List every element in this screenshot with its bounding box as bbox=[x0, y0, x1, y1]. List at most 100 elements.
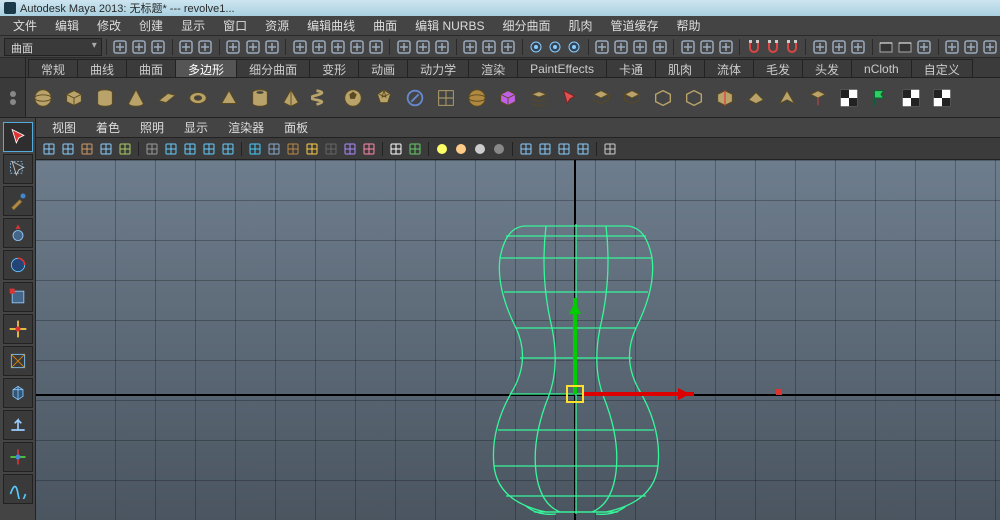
menu-创建[interactable]: 创建 bbox=[130, 15, 172, 36]
shelf-tab-动力学[interactable]: 动力学 bbox=[407, 59, 469, 77]
viewport-persp[interactable] bbox=[36, 160, 1000, 520]
expand-icon[interactable] bbox=[944, 38, 961, 56]
light-default-icon[interactable] bbox=[452, 140, 470, 158]
manip-tool[interactable] bbox=[3, 314, 33, 344]
panel-menu-渲染器[interactable]: 渲染器 bbox=[218, 117, 274, 138]
shelf-poly-cone[interactable] bbox=[121, 83, 151, 113]
panel-menu-着色[interactable]: 着色 bbox=[86, 117, 130, 138]
shelf-tab-卡通[interactable]: 卡通 bbox=[606, 59, 656, 77]
safe-action-icon[interactable] bbox=[200, 140, 218, 158]
view-four[interactable] bbox=[3, 442, 33, 472]
shelf-poly-op-3[interactable] bbox=[648, 83, 678, 113]
view-curve[interactable] bbox=[3, 474, 33, 504]
wireframe-icon[interactable] bbox=[246, 140, 264, 158]
lasso-tool[interactable] bbox=[3, 154, 33, 184]
hq-icon[interactable] bbox=[536, 140, 554, 158]
lasso-icon[interactable] bbox=[244, 38, 261, 56]
render-settings-icon[interactable] bbox=[566, 38, 583, 56]
shelf-options[interactable] bbox=[0, 78, 26, 117]
menu-编辑曲线[interactable]: 编辑曲线 bbox=[298, 15, 364, 36]
shelf-tab-变形[interactable]: 变形 bbox=[309, 59, 359, 77]
minimize-icon[interactable] bbox=[963, 38, 980, 56]
snap-point-icon[interactable] bbox=[329, 38, 346, 56]
panel-menu-视图[interactable]: 视图 bbox=[42, 117, 86, 138]
image-plane-icon[interactable] bbox=[78, 140, 96, 158]
light-flat-icon[interactable] bbox=[471, 140, 489, 158]
shelf-poly-op-4[interactable] bbox=[679, 83, 709, 113]
outliner-icon[interactable] bbox=[830, 38, 847, 56]
shaded-icon[interactable] bbox=[265, 140, 283, 158]
shelf-poly-op-7[interactable] bbox=[772, 83, 802, 113]
grease-icon[interactable] bbox=[116, 140, 134, 158]
shelf-tab-scroll[interactable] bbox=[0, 58, 26, 77]
menu-帮助[interactable]: 帮助 bbox=[668, 15, 710, 36]
history-toggle-icon[interactable] bbox=[395, 38, 412, 56]
redo-icon[interactable] bbox=[197, 38, 214, 56]
magnet-x-icon[interactable] bbox=[745, 38, 762, 56]
paint-select-icon[interactable] bbox=[263, 38, 280, 56]
clapboard-icon[interactable] bbox=[897, 38, 914, 56]
shelf-tab-流体[interactable]: 流体 bbox=[704, 59, 754, 77]
paint-tool[interactable] bbox=[3, 186, 33, 216]
grid-icon[interactable] bbox=[143, 140, 161, 158]
graph-editor-icon[interactable] bbox=[849, 38, 866, 56]
input-ops-icon[interactable] bbox=[461, 38, 478, 56]
playblast-icon[interactable] bbox=[916, 38, 933, 56]
share-icon[interactable] bbox=[601, 140, 619, 158]
shelf-sculpt-tool[interactable] bbox=[400, 83, 430, 113]
shelf-poly-extrude[interactable] bbox=[524, 83, 554, 113]
menu-肌肉[interactable]: 肌肉 bbox=[560, 15, 602, 36]
undo-icon[interactable] bbox=[178, 38, 195, 56]
shelf-poly-cube[interactable] bbox=[59, 83, 89, 113]
layout-1-icon[interactable] bbox=[594, 38, 611, 56]
shelf-poly-torus[interactable] bbox=[183, 83, 213, 113]
shelf-tab-肌肉[interactable]: 肌肉 bbox=[655, 59, 705, 77]
shelf-poly-highlighted[interactable] bbox=[493, 83, 523, 113]
menu-资源[interactable]: 资源 bbox=[256, 15, 298, 36]
move-handle-y[interactable] bbox=[573, 298, 577, 394]
poly-count-icon[interactable] bbox=[406, 140, 424, 158]
menu-编辑[interactable]: 编辑 bbox=[46, 15, 88, 36]
shelf-checker-3[interactable] bbox=[927, 83, 957, 113]
menu-窗口[interactable]: 窗口 bbox=[214, 15, 256, 36]
shelf-tab-自定义[interactable]: 自定义 bbox=[911, 59, 973, 77]
shadow-icon[interactable] bbox=[322, 140, 340, 158]
shelf-poly-op-1[interactable] bbox=[586, 83, 616, 113]
shelf-poly-type[interactable] bbox=[431, 83, 461, 113]
res-gate-icon[interactable] bbox=[181, 140, 199, 158]
camera-select-icon[interactable] bbox=[40, 140, 58, 158]
select-mode-icon[interactable] bbox=[225, 38, 242, 56]
hypershade-icon[interactable] bbox=[811, 38, 828, 56]
renderer-icon[interactable] bbox=[517, 140, 535, 158]
layout-4-icon[interactable] bbox=[651, 38, 668, 56]
shelf-poly-unite[interactable] bbox=[462, 83, 492, 113]
shelf-poly-pipe[interactable] bbox=[245, 83, 275, 113]
shelf-poly-op-8[interactable] bbox=[803, 83, 833, 113]
film-gate-icon[interactable] bbox=[162, 140, 180, 158]
shelf-tab-nCloth[interactable]: nCloth bbox=[851, 59, 912, 77]
shelf-poly-prism[interactable] bbox=[214, 83, 244, 113]
move-pivot-center[interactable] bbox=[566, 385, 584, 403]
shelf-poly-op-2[interactable] bbox=[617, 83, 647, 113]
tool-settings-icon[interactable] bbox=[717, 38, 734, 56]
textured-icon[interactable] bbox=[284, 140, 302, 158]
panel-menu-面板[interactable]: 面板 bbox=[274, 117, 318, 138]
snap-live-icon[interactable] bbox=[367, 38, 384, 56]
save-scene-icon[interactable] bbox=[150, 38, 167, 56]
bookmark-icon[interactable] bbox=[59, 140, 77, 158]
shelf-tab-曲面[interactable]: 曲面 bbox=[126, 59, 176, 77]
shelf-tab-动画[interactable]: 动画 bbox=[358, 59, 408, 77]
shelf-tab-渲染[interactable]: 渲染 bbox=[468, 59, 518, 77]
light-none-icon[interactable] bbox=[490, 140, 508, 158]
2d-pan-icon[interactable] bbox=[97, 140, 115, 158]
show-manip-tool[interactable] bbox=[3, 346, 33, 376]
menu-曲面[interactable]: 曲面 bbox=[364, 15, 406, 36]
magnet-z-icon[interactable] bbox=[783, 38, 800, 56]
attr-editor-icon[interactable] bbox=[698, 38, 715, 56]
motion-icon[interactable] bbox=[555, 140, 573, 158]
snap-grid-icon[interactable] bbox=[291, 38, 308, 56]
layout-3-icon[interactable] bbox=[632, 38, 649, 56]
ao-icon[interactable] bbox=[574, 140, 592, 158]
shelf-poly-plane[interactable] bbox=[152, 83, 182, 113]
menu-管道缓存[interactable]: 管道缓存 bbox=[602, 15, 668, 36]
